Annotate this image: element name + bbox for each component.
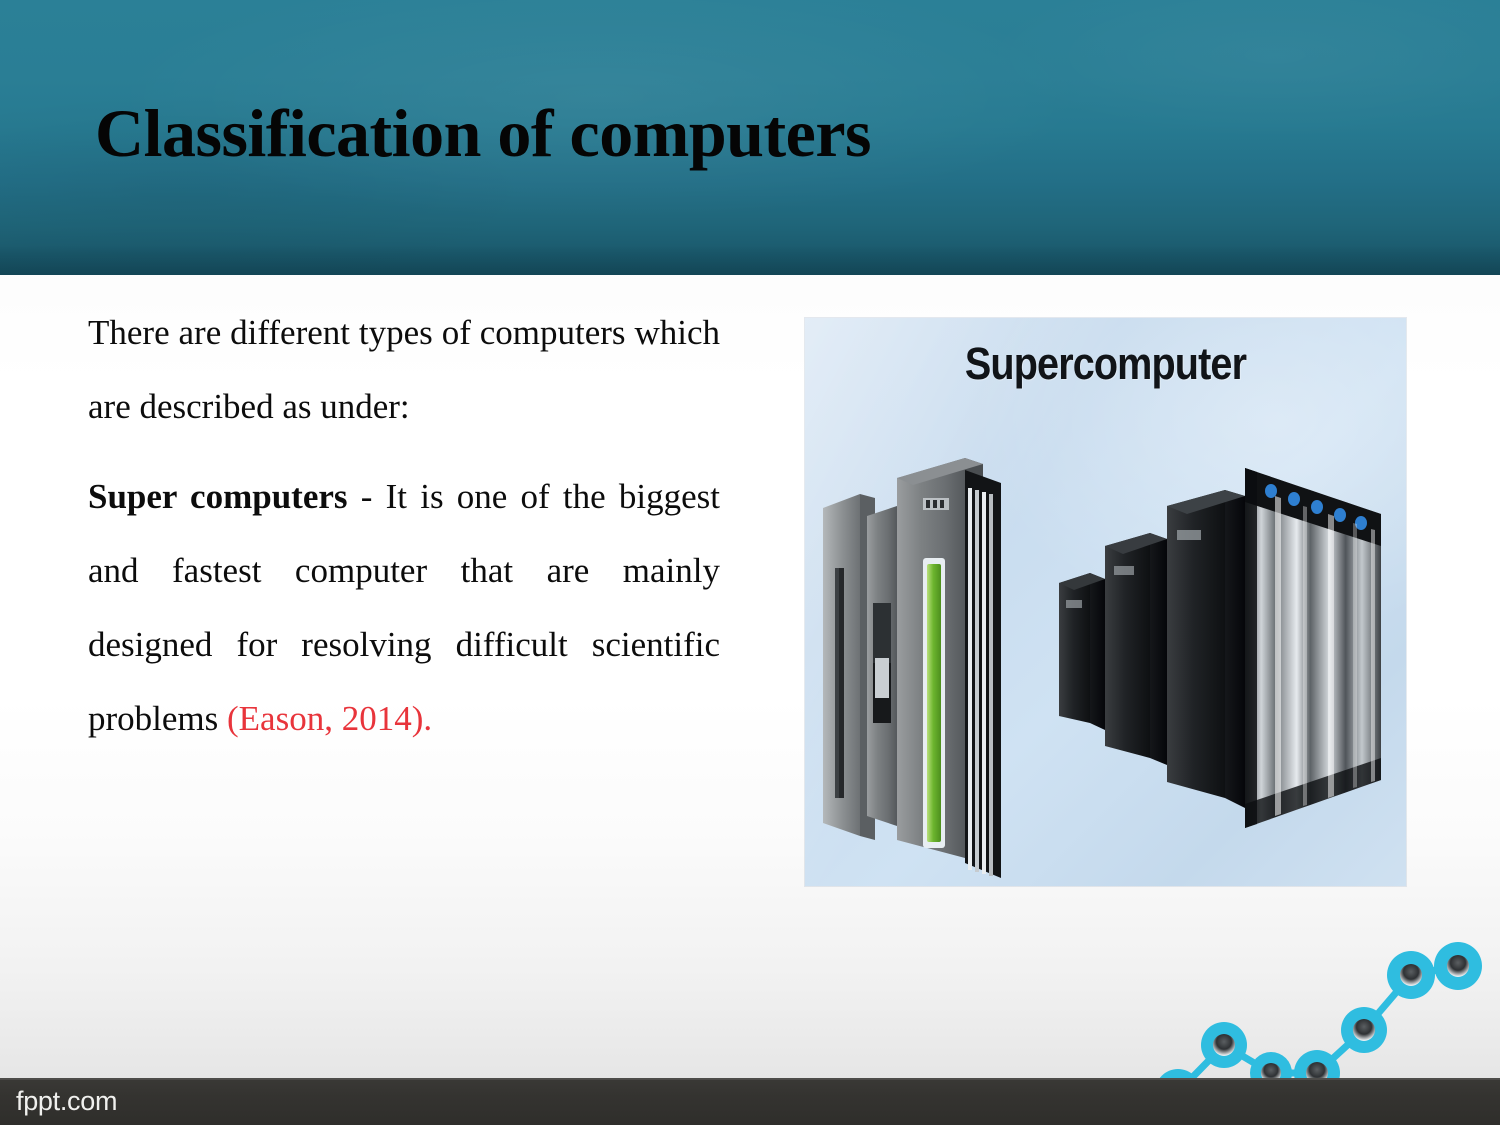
chart-node — [1201, 1022, 1247, 1068]
chart-line-path — [1174, 962, 1462, 1096]
term-super-computers: Super computers — [88, 477, 348, 516]
supercomputer-image: Supercomputer — [805, 318, 1406, 886]
paragraph-intro: There are different types of computers w… — [88, 313, 720, 426]
slide-canvas: Classification of computers There are di… — [0, 0, 1500, 1125]
body-text-column: There are different types of computers w… — [88, 296, 720, 756]
footer-brand-fppt: fppt.com — [16, 1086, 118, 1116]
page-title: Classification of computers — [95, 95, 871, 171]
server-racks-illustration — [823, 458, 1381, 878]
paragraph-super-computers: Super computers - It is one of the bigge… — [88, 460, 720, 756]
chart-node — [1341, 1007, 1387, 1053]
citation-reference: (Eason, 2014). — [227, 699, 433, 738]
header-bottom-shadow-band — [0, 245, 1500, 275]
slide-header: Classification of computers — [0, 0, 1500, 275]
chart-node — [1387, 951, 1435, 999]
slide-footer: fppt.com — [0, 1078, 1500, 1125]
footer-top-edge — [0, 1078, 1500, 1080]
chart-node — [1434, 942, 1482, 990]
